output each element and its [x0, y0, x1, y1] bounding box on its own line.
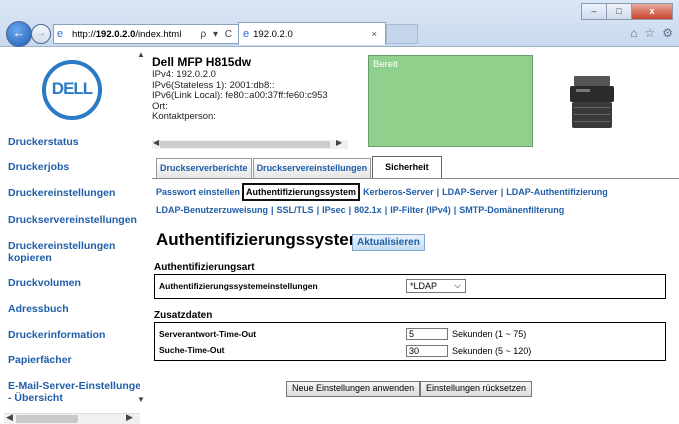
browser-tab[interactable]: e 192.0.2.0 ×: [238, 22, 386, 45]
reset-settings-button[interactable]: Einstellungen rücksetzen: [420, 381, 533, 397]
home-icon[interactable]: ⌂: [630, 26, 637, 40]
printer-image-icon: [570, 76, 614, 128]
link-kerberos-server[interactable]: Kerberos-Server: [363, 187, 434, 197]
gear-icon[interactable]: ⚙: [662, 26, 673, 40]
info-scroll-left-icon[interactable]: ◀: [153, 138, 159, 147]
section-tabs: Druckserverberichte Druckservereinstellu…: [156, 156, 443, 178]
link-8021x[interactable]: 802.1x: [354, 205, 382, 215]
auth-system-value: *LDAP: [410, 281, 438, 291]
status-text: Bereit: [373, 59, 398, 70]
link-ipsec[interactable]: IPsec: [322, 205, 346, 215]
server-timeout-label: Serverantwort-Time-Out: [159, 329, 257, 339]
info-scroll-right-icon[interactable]: ▶: [336, 138, 342, 147]
auth-system-select[interactable]: *LDAP ⌵: [406, 279, 466, 293]
sidebar-item-druckerinformation[interactable]: Druckerinformation: [8, 329, 142, 341]
page-title: Authentifizierungssystem -: [156, 230, 375, 249]
link-separator: |: [384, 205, 388, 215]
search-timeout-label: Suche-Time-Out: [159, 345, 225, 355]
link-smtp-domaenenfilterung[interactable]: SMTP-Domänenfilterung: [459, 205, 564, 215]
refresh-button[interactable]: Aktualisieren: [352, 234, 425, 251]
tab-divider: [152, 178, 679, 179]
scroll-right-icon[interactable]: ▶: [126, 412, 133, 423]
sidebar-item-papierfaecher[interactable]: Papierfächer: [8, 354, 142, 366]
printer-info: IPv4: 192.0.2.0 IPv6(Stateless 1): 2001:…: [152, 70, 348, 140]
link-ip-filter[interactable]: IP-Filter (IPv4): [390, 205, 451, 215]
link-separator: |: [453, 205, 457, 215]
sidebar-item-druckerstatus[interactable]: Druckerstatus: [8, 136, 142, 148]
status-panel: Bereit: [368, 55, 533, 147]
address-controls[interactable]: ρ ▾ C: [201, 29, 235, 40]
browser-toolbar: – □ x ← → e http://192.0.2.0/index.html …: [0, 0, 679, 47]
link-ldap-benutzerzuweisung[interactable]: LDAP-Benutzerzuweisung: [156, 205, 268, 215]
server-timeout-range: Sekunden (1 ~ 75): [452, 329, 527, 339]
link-separator: |: [348, 205, 352, 215]
tab-druckserverberichte[interactable]: Druckserverberichte: [156, 158, 252, 178]
sidebar-item-druckerjobs[interactable]: Druckerjobs: [8, 161, 142, 173]
printer-name: Dell MFP H815dw: [152, 55, 252, 69]
browser-tools: ⌂ ☆ ⚙: [630, 26, 673, 40]
tab-close-icon[interactable]: ×: [371, 29, 377, 40]
apply-settings-button[interactable]: Neue Einstellungen anwenden: [286, 381, 421, 397]
link-separator: |: [271, 205, 274, 215]
sidebar-item-email-label: E-Mail-Server-Einstellungen - Übersicht: [8, 380, 140, 404]
tab-druckservereinstellungen[interactable]: Druckservereinstellungen: [252, 158, 372, 178]
sidebar: DELL ▲ Druckerstatus Druckerjobs Drucker…: [0, 47, 146, 424]
link-ssl-tls[interactable]: SSL/TLS: [277, 205, 314, 215]
tab-page-icon: e: [243, 28, 250, 40]
sidebar-item-druckservereinstellungen[interactable]: Druckservereinstellungen: [8, 214, 146, 226]
auth-system-label: Authentifizierungssystemeinstellungen: [159, 281, 318, 291]
search-timeout-range: Sekunden (5 ~ 120): [452, 346, 532, 356]
window-controls: – □ x: [581, 3, 673, 20]
info-ipv4: IPv4: 192.0.2.0: [152, 70, 216, 80]
maximize-button[interactable]: □: [606, 3, 632, 20]
star-icon[interactable]: ☆: [644, 26, 655, 40]
search-timeout-input[interactable]: [406, 345, 448, 357]
sidebar-scroll-up-icon[interactable]: ▲: [137, 50, 145, 59]
close-window-button[interactable]: x: [631, 3, 673, 20]
sidebar-item-email-server[interactable]: E-Mail-Server-Einstellungen - Übersicht: [8, 380, 140, 404]
chevron-down-icon: ⌵: [454, 280, 461, 290]
new-tab-button[interactable]: [386, 24, 418, 44]
address-bar[interactable]: e http://192.0.2.0/index.html ρ ▾ C: [53, 24, 239, 44]
tab-sicherheit[interactable]: Sicherheit: [372, 156, 442, 178]
section-heading-auth-type: Authentifizierungsart: [154, 262, 255, 273]
link-separator: |: [500, 187, 504, 197]
ie-page-icon: e: [57, 28, 64, 40]
info-horizontal-scrollbar[interactable]: ◀ ▶: [152, 138, 348, 149]
sidebar-item-druckvolumen[interactable]: Druckvolumen: [8, 277, 142, 289]
forward-button[interactable]: →: [31, 24, 51, 44]
sidebar-item-druckereinstellungen-kopieren[interactable]: Druckereinstellungen kopieren: [8, 240, 142, 264]
server-timeout-input[interactable]: [406, 328, 448, 340]
info-scroll-thumb[interactable]: [160, 141, 330, 148]
link-passwort-einstellen[interactable]: Passwort einstellen: [156, 187, 240, 197]
security-links-row2: LDAP-Benutzerzuweisung | SSL/TLS | IPsec…: [156, 205, 564, 215]
sidebar-horizontal-scrollbar[interactable]: ◀ ▶: [4, 412, 140, 424]
back-button[interactable]: ←: [6, 21, 32, 47]
link-ldap-authentifizierung[interactable]: LDAP-Authentifizierung: [506, 187, 608, 197]
info-ipv6-linklocal: IPv6(Link Local): fe80::a00:37ff:fe60:c9…: [152, 90, 328, 101]
section-heading-zusatzdaten: Zusatzdaten: [154, 310, 213, 321]
info-contact: Kontaktperson:: [152, 111, 216, 122]
minimize-button[interactable]: –: [581, 3, 607, 20]
address-url: http://192.0.2.0/index.html: [72, 28, 182, 40]
tab-title: 192.0.2.0: [253, 28, 293, 40]
scroll-left-icon[interactable]: ◀: [6, 412, 13, 423]
sidebar-item-druckereinstellungen[interactable]: Druckereinstellungen: [8, 187, 142, 199]
link-separator: |: [316, 205, 320, 215]
security-links-row1: Passwort einstellen Authentifizierungssy…: [156, 183, 608, 201]
link-ldap-server[interactable]: LDAP-Server: [442, 187, 498, 197]
dell-logo: DELL: [42, 60, 102, 120]
sidebar-item-adressbuch[interactable]: Adressbuch: [8, 303, 142, 315]
sidebar-scroll-down-icon[interactable]: ▼: [137, 395, 145, 404]
link-separator: |: [436, 187, 440, 197]
scroll-thumb[interactable]: [16, 415, 78, 423]
link-authentifizierungssystem[interactable]: Authentifizierungssystem: [242, 183, 361, 201]
